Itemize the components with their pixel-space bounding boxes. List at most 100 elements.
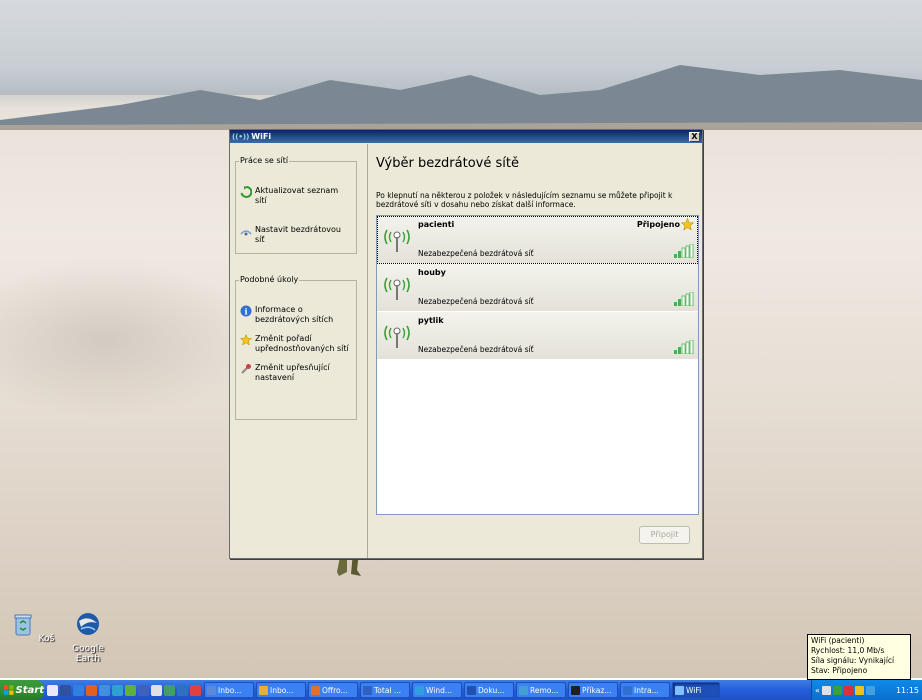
network-item-houby[interactable]: houby Nezabezpečená bezdrátová síť xyxy=(377,264,698,312)
task-button[interactable]: Inbo... xyxy=(204,682,254,698)
related-tasks-group: Podobné úkoly i Informace o bezdrátových… xyxy=(235,275,357,420)
task-icon xyxy=(519,685,528,695)
signal-strength-icon xyxy=(674,244,694,258)
task-label: Změnit upřesňující nastavení xyxy=(255,363,330,382)
ql-tools-icon[interactable] xyxy=(125,684,136,696)
task-label: Intra... xyxy=(634,685,659,695)
task-label: Wind... xyxy=(426,685,453,695)
system-tray: « 11:15 xyxy=(811,680,922,700)
task-change-order[interactable]: Změnit pořadí upřednostňovaných sítí xyxy=(236,334,356,354)
tooltip-line: Síla signálu: Vynikající xyxy=(811,656,895,665)
task-button[interactable]: Offro... xyxy=(308,682,358,698)
task-button[interactable]: Wind... xyxy=(412,682,462,698)
wireless-icon xyxy=(675,685,684,695)
wifi-dialog: ((•)) WiFi X Práce se sítí Aktualizovat … xyxy=(229,129,703,559)
task-label: WiFi xyxy=(686,685,702,695)
task-label: Inbo... xyxy=(270,685,294,695)
windows-logo-icon xyxy=(4,685,14,695)
page-title: Výběr bezdrátové sítě xyxy=(376,156,519,171)
title-bar[interactable]: ((•)) WiFi X xyxy=(230,130,702,143)
ql-check-icon[interactable] xyxy=(151,684,162,696)
network-ssid: pytlik xyxy=(418,316,444,325)
google-earth-icon xyxy=(77,613,99,635)
ql-app-icon[interactable] xyxy=(164,684,175,696)
start-button[interactable]: Start xyxy=(0,680,44,700)
task-button[interactable]: Příkaz... xyxy=(568,682,618,698)
task-button[interactable]: Intra... xyxy=(620,682,670,698)
ql-firefox-icon[interactable] xyxy=(86,684,97,696)
task-icon xyxy=(207,685,216,695)
desktop-icon-label: Koš xyxy=(38,634,55,644)
wireless-icon: ((•)) xyxy=(232,132,250,141)
ql-network-icon[interactable] xyxy=(138,684,149,696)
network-ssid: houby xyxy=(418,268,446,277)
task-label: Aktualizovat seznam sítí xyxy=(255,186,339,205)
network-tooltip: WiFi (pacienti) Rychlost: 11,0 Mb/s Síla… xyxy=(807,634,911,680)
tray-icon[interactable] xyxy=(821,685,831,695)
wireless-network-icon xyxy=(384,325,410,348)
signal-strength-icon xyxy=(674,292,694,306)
task-advanced-settings[interactable]: Změnit upřesňující nastavení xyxy=(236,363,356,383)
task-setup-wireless[interactable]: Nastavit bezdrátovou síť xyxy=(236,225,356,245)
task-icon xyxy=(623,685,632,695)
task-button[interactable]: Doku... xyxy=(464,682,514,698)
task-pane: Práce se sítí Aktualizovat seznam sítí N… xyxy=(230,144,367,558)
task-info-wireless[interactable]: i Informace o bezdrátových sítích xyxy=(236,305,356,325)
info-icon: i xyxy=(240,305,252,317)
related-tasks-title: Podobné úkoly xyxy=(239,275,300,284)
network-status: Připojeno xyxy=(636,220,680,229)
task-button-wifi[interactable]: WiFi xyxy=(672,682,720,698)
ql-ie-icon[interactable] xyxy=(73,684,84,696)
star-icon xyxy=(240,334,252,346)
connect-button[interactable]: Připojit xyxy=(639,526,690,544)
recycle-bin-icon xyxy=(14,614,32,636)
taskbar: Start Inbo... Inbo... Offro... Total ...… xyxy=(0,680,922,700)
intro-text: Po klepnutí na některou z položek v násl… xyxy=(376,191,673,209)
task-buttons: Inbo... Inbo... Offro... Total ... Wind.… xyxy=(204,682,720,698)
task-button[interactable]: Inbo... xyxy=(256,682,306,698)
clock[interactable]: 11:15 xyxy=(896,686,922,695)
task-label: Total ... xyxy=(374,685,402,695)
network-ssid: pacienti xyxy=(418,220,455,229)
network-tasks-group: Práce se sítí Aktualizovat seznam sítí N… xyxy=(235,156,357,254)
dune-shadow xyxy=(0,260,260,420)
tooltip-line: Rychlost: 11,0 Mb/s xyxy=(811,646,885,655)
network-list[interactable]: pacienti Nezabezpečená bezdrátová síť Př… xyxy=(376,215,699,515)
task-label: Příkaz... xyxy=(582,685,612,695)
ql-save-icon[interactable] xyxy=(60,684,71,696)
wireless-network-icon xyxy=(384,277,410,300)
signal-strength-icon xyxy=(674,340,694,354)
task-icon xyxy=(571,685,580,695)
tray-antivirus-icon[interactable] xyxy=(843,685,853,695)
network-security: Nezabezpečená bezdrátová síť xyxy=(418,297,534,306)
task-label: Změnit pořadí upřednostňovaných sítí xyxy=(255,334,349,353)
tray-icon[interactable] xyxy=(854,685,864,695)
ql-browser-icon[interactable] xyxy=(99,684,110,696)
wireless-setup-icon xyxy=(240,230,252,236)
task-refresh-list[interactable]: Aktualizovat seznam sítí xyxy=(236,186,356,206)
ql-app3-icon[interactable] xyxy=(190,684,201,696)
settings-icon xyxy=(241,364,251,374)
task-icon xyxy=(467,685,476,695)
wireless-network-icon xyxy=(384,229,410,252)
task-label: Offro... xyxy=(322,685,348,695)
desktop-icon-label: Google Earth xyxy=(72,644,104,664)
task-button[interactable]: Total ... xyxy=(360,682,410,698)
desktop-icon-google-earth[interactable]: Google Earth xyxy=(61,611,115,664)
desktop-icon-recycle-bin[interactable]: Koš xyxy=(5,611,59,644)
tray-chevron[interactable]: « xyxy=(815,686,820,695)
ql-app2-icon[interactable] xyxy=(177,684,188,696)
start-label: Start xyxy=(15,684,44,696)
close-button[interactable]: X xyxy=(689,131,700,142)
task-button[interactable]: Remo... xyxy=(516,682,566,698)
network-item-pytlik[interactable]: pytlik Nezabezpečená bezdrátová síť xyxy=(377,312,698,360)
ql-media-icon[interactable] xyxy=(112,684,123,696)
tray-network-icon[interactable] xyxy=(832,685,842,695)
ql-desktop-icon[interactable] xyxy=(47,684,58,696)
task-icon xyxy=(259,685,268,695)
task-icon xyxy=(363,685,372,695)
tooltip-line: WiFi (pacienti) xyxy=(811,636,865,645)
tray-volume-icon[interactable] xyxy=(865,685,875,695)
network-item-pacienti[interactable]: pacienti Nezabezpečená bezdrátová síť Př… xyxy=(377,216,698,264)
task-label: Doku... xyxy=(478,685,505,695)
